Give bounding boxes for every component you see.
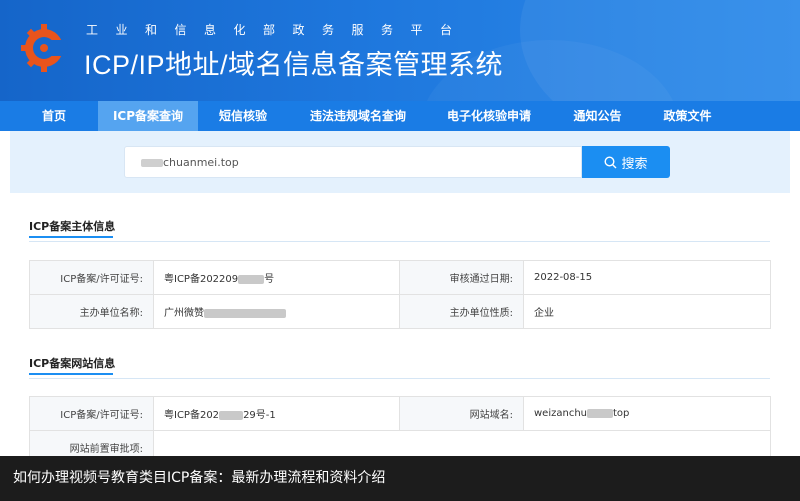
section-title-site-info: ICP备案网站信息: [29, 357, 116, 370]
search-input[interactable]: chuanmei.top: [124, 146, 582, 178]
section-divider: [29, 241, 770, 242]
platform-subtitle: 工业和信息化部政务服务平台: [86, 23, 470, 37]
license-label: ICP备案/许可证号:: [29, 260, 154, 295]
site-license-value: 粤ICP备202 29号-1: [153, 396, 400, 431]
section-underline: [29, 236, 113, 238]
license-prefix: 粤ICP备202209: [164, 274, 239, 285]
site-info-table: ICP备案/许可证号: 粤ICP备202 29号-1 网站域名: weizanch…: [29, 396, 771, 465]
system-title: ICP/IP地址/域名信息备案管理系统: [84, 50, 504, 80]
domain-prefix: weizanchu: [534, 408, 587, 419]
table-row: 主办单位名称: 广州微赞 主办单位性质: 企业: [29, 294, 771, 329]
license-suffix: 号: [264, 274, 275, 285]
domain-suffix: top: [613, 408, 630, 419]
license-value: 粤ICP备202209 号: [153, 260, 400, 295]
org-type-value: 企业: [523, 294, 771, 329]
nav-item-e-verify-apply[interactable]: 电子化核验申请: [428, 101, 550, 131]
redacted-block: [587, 408, 613, 418]
org-name-prefix: 广州微赞: [164, 308, 204, 319]
nav-item-icp-query[interactable]: ICP备案查询: [98, 101, 198, 131]
section-divider: [29, 378, 770, 379]
nav-item-policies[interactable]: 政策文件: [645, 101, 730, 131]
nav-item-illegal-domain-query[interactable]: 违法违规域名查询: [288, 101, 428, 131]
nav-item-sms-verify[interactable]: 短信核验: [198, 101, 288, 131]
article-caption: 如何办理视频号教育类目ICP备案：最新办理流程和资料介绍: [0, 456, 800, 501]
org-name-label: 主办单位名称:: [29, 294, 154, 329]
site-license-suffix: 29号-1: [243, 410, 276, 421]
search-area: chuanmei.top 搜索: [10, 131, 790, 193]
search-button-label: 搜索: [621, 156, 648, 172]
section-underline: [29, 373, 113, 375]
approval-date-value: 2022-08-15: [523, 260, 771, 295]
nav-item-home[interactable]: 首页: [10, 101, 98, 131]
search-value: chuanmei.top: [163, 156, 239, 169]
redacted-block: [141, 159, 163, 167]
site-license-prefix: 粤ICP备202: [164, 410, 220, 421]
main-info-table: ICP备案/许可证号: 粤ICP备202209 号 审核通过日期: 2022-08…: [29, 260, 771, 329]
nav-item-notices[interactable]: 通知公告: [550, 101, 645, 131]
section-title-main-info: ICP备案主体信息: [29, 220, 116, 233]
approval-date-label: 审核通过日期:: [399, 260, 524, 295]
redacted-block: [204, 308, 286, 318]
site-license-label: ICP备案/许可证号:: [29, 396, 154, 431]
table-row: ICP备案/许可证号: 粤ICP备202209 号 审核通过日期: 2022-08…: [29, 260, 771, 295]
search-icon: [604, 155, 617, 168]
org-type-label: 主办单位性质:: [399, 294, 524, 329]
redacted-block: [219, 410, 244, 420]
table-row: ICP备案/许可证号: 粤ICP备202 29号-1 网站域名: weizanch…: [29, 396, 771, 431]
domain-value: weizanchu top: [523, 396, 771, 431]
main-nav: 首页 ICP备案查询 短信核验 违法违规域名查询 电子化核验申请 通知公告 政策…: [0, 101, 800, 131]
site-header: 工业和信息化部政务服务平台 ICP/IP地址/域名信息备案管理系统: [0, 0, 800, 101]
search-button[interactable]: 搜索: [582, 146, 670, 178]
redacted-block: [238, 274, 265, 284]
org-name-value: 广州微赞: [153, 294, 400, 329]
domain-label: 网站域名:: [399, 396, 524, 431]
gear-logo-icon: [21, 24, 68, 72]
